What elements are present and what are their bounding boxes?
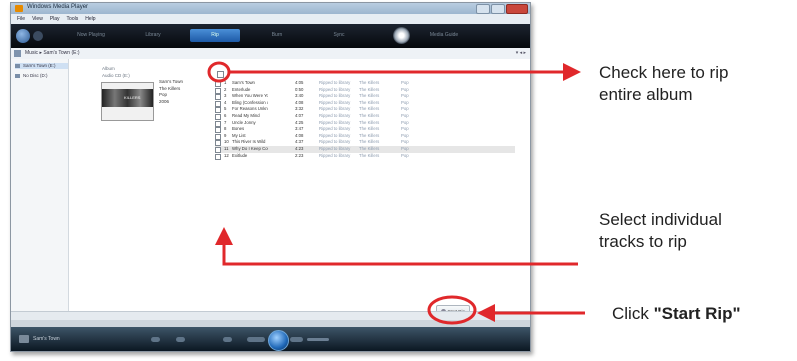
- select-tracks-arrow: [215, 227, 578, 266]
- callout-line: tracks to rip: [599, 232, 687, 251]
- callout-line: Select individual: [599, 210, 722, 229]
- callout-line: Check here to rip: [599, 63, 729, 82]
- callout-prefix: Click: [612, 304, 649, 323]
- highlight-oval: [427, 295, 477, 325]
- select-tracks-callout: Select individual tracks to rip: [599, 209, 722, 253]
- check-album-callout: Check here to rip entire album: [599, 62, 728, 106]
- callout-line: entire album: [599, 85, 693, 104]
- highlight-circle: [207, 61, 231, 83]
- callout-target: "Start Rip": [653, 304, 741, 323]
- start-rip-callout: Click "Start Rip": [612, 303, 741, 325]
